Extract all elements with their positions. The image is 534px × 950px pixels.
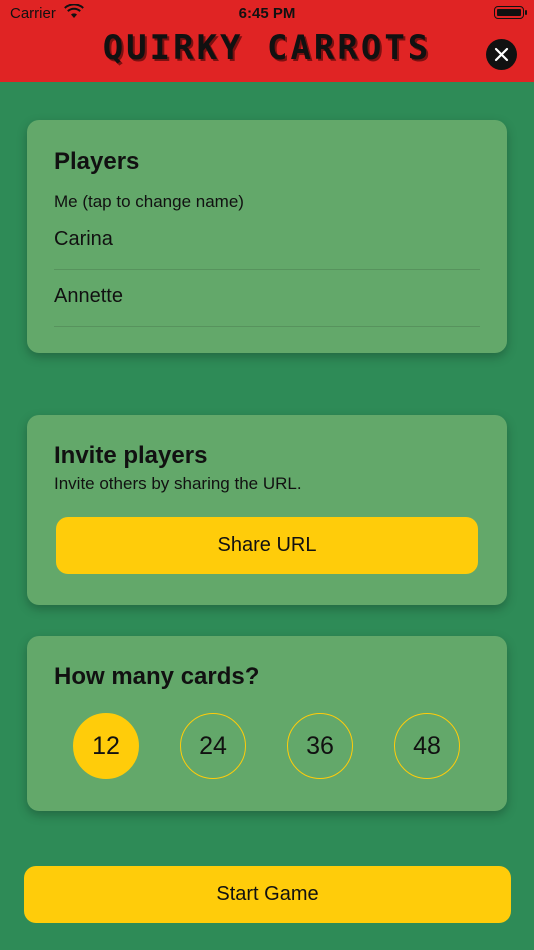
players-heading: Players xyxy=(54,148,140,175)
share-url-button[interactable]: Share URL xyxy=(56,517,478,574)
invite-heading: Invite players xyxy=(54,442,208,469)
app-title: QUIRKY CARROTS xyxy=(102,28,432,68)
card-count-option-48[interactable]: 48 xyxy=(394,713,460,779)
card-count-option-24[interactable]: 24 xyxy=(180,713,246,779)
player-row-me[interactable]: Carina xyxy=(54,216,480,270)
me-hint: Me (tap to change name) xyxy=(54,192,244,211)
start-game-button[interactable]: Start Game xyxy=(24,866,511,923)
player-name: Annette xyxy=(54,285,123,307)
invite-card: Invite players Invite others by sharing … xyxy=(27,415,507,605)
card-count-option-12[interactable]: 12 xyxy=(73,713,139,779)
card-count-card: How many cards? 12 24 36 48 xyxy=(27,636,507,811)
close-button[interactable] xyxy=(486,39,517,70)
player-row: Annette xyxy=(54,273,480,327)
status-time: 6:45 PM xyxy=(238,5,296,22)
card-count-option-36[interactable]: 36 xyxy=(287,713,353,779)
player-name: Carina xyxy=(54,228,113,250)
battery-icon xyxy=(494,6,527,19)
card-count-heading: How many cards? xyxy=(54,663,260,690)
app-header: Carrier 6:45 PM QUIRKY CARROTS xyxy=(0,0,534,82)
invite-description: Invite others by sharing the URL. xyxy=(54,474,302,493)
players-card: Players Me (tap to change name) Carina A… xyxy=(27,120,507,353)
close-icon xyxy=(494,47,509,62)
status-bar: Carrier 6:45 PM xyxy=(0,0,534,28)
